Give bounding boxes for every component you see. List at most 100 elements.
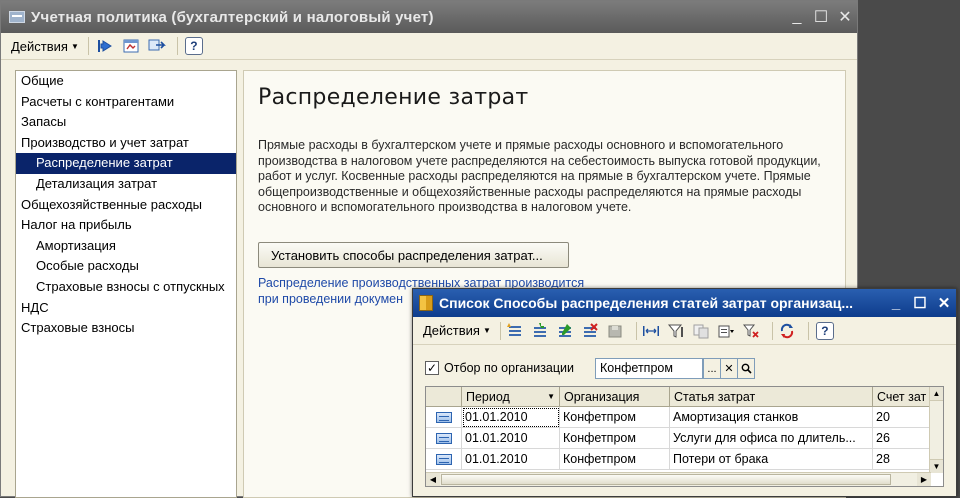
cell-cost-item[interactable]: Услуги для офиса по длитель...	[670, 428, 873, 449]
list-actions-label: Действия	[423, 323, 480, 338]
scroll-thumb[interactable]	[441, 474, 891, 485]
actions-menu-button[interactable]: Действия ▼	[7, 37, 83, 56]
org-filter: ✓ Отбор по организации	[425, 357, 574, 379]
close-button[interactable]: ✕	[833, 7, 857, 27]
cell-account[interactable]: 26	[873, 428, 933, 449]
set-distribution-methods-button[interactable]: Установить способы распределения затрат.…	[258, 242, 569, 268]
caret-down-icon: ▼	[70, 41, 79, 51]
cell-account[interactable]: 20	[873, 407, 933, 428]
cell-organization[interactable]: Конфетпром	[560, 449, 670, 470]
list-actions-menu-button[interactable]: Действия ▼	[419, 321, 495, 340]
nav-item-profit-tax[interactable]: Налог на прибыль	[16, 215, 236, 236]
vertical-scrollbar[interactable]: ▲ ▼	[929, 387, 943, 473]
nav-item-cost-detail[interactable]: Детализация затрат	[16, 174, 236, 195]
nav-item-cost-distribution[interactable]: Распределение затрат	[16, 153, 236, 174]
nav-item-vat[interactable]: НДС	[16, 298, 236, 319]
toolbar-separator	[635, 321, 637, 340]
scroll-left-icon[interactable]: ◀	[426, 473, 440, 486]
table-row[interactable]: 01.01.2010 Конфетпром Потери от брака 28	[426, 449, 933, 470]
nav-item-contractors[interactable]: Расчеты с контрагентами	[16, 92, 236, 113]
org-filter-checkbox[interactable]: ✓	[425, 361, 439, 375]
nav-item-production[interactable]: Производство и учет затрат	[16, 133, 236, 154]
record-icon	[435, 433, 452, 444]
table-row[interactable]: 01.01.2010 Конфетпром Услуги для офиса п…	[426, 428, 933, 449]
table-row[interactable]: 01.01.2010 Конфетпром Амортизация станко…	[426, 407, 933, 428]
save-icon[interactable]	[606, 323, 624, 339]
column-header-icon	[426, 387, 462, 407]
column-header-period-label: Период	[466, 390, 510, 404]
horizontal-scrollbar[interactable]: ◀ ▶	[426, 472, 931, 486]
toolbar-separator	[499, 321, 501, 340]
filter-icon[interactable]	[667, 323, 685, 339]
toolbar-separator	[87, 37, 89, 55]
list-maximize-button[interactable]: ☐	[908, 294, 932, 312]
cell-period[interactable]: 01.01.2010	[462, 407, 560, 428]
caret-down-icon: ▼	[482, 326, 491, 335]
minimize-button[interactable]: _	[785, 8, 809, 26]
list-minimize-button[interactable]: _	[884, 295, 908, 312]
main-toolbar: Действия ▼ ?	[1, 33, 857, 60]
row-icon-cell	[426, 407, 462, 428]
org-filter-label: Отбор по организации	[444, 361, 575, 375]
column-header-organization[interactable]: Организация	[560, 387, 670, 407]
row-icon-cell	[426, 428, 462, 449]
nav-item-stock[interactable]: Запасы	[16, 112, 236, 133]
cell-account[interactable]: 28	[873, 449, 933, 470]
column-header-account[interactable]: Счет зат	[873, 387, 933, 407]
form-icon	[123, 39, 139, 53]
list-help-button[interactable]: ?	[814, 321, 836, 341]
org-search-button[interactable]	[737, 358, 755, 379]
cell-organization[interactable]: Конфетпром	[560, 407, 670, 428]
scroll-up-icon[interactable]: ▲	[930, 387, 943, 401]
cell-period[interactable]: 01.01.2010	[462, 428, 560, 449]
row-icon-cell	[426, 449, 462, 470]
column-header-period[interactable]: Период ▼	[462, 387, 560, 407]
maximize-button[interactable]: ☐	[809, 7, 833, 27]
edit-icon[interactable]	[556, 323, 574, 339]
settings-nav: Общие Расчеты с контрагентами Запасы Про…	[15, 70, 237, 498]
column-width-icon[interactable]	[642, 323, 660, 339]
column-header-cost-item[interactable]: Статья затрат	[670, 387, 873, 407]
nav-item-general[interactable]: Общие	[16, 71, 236, 92]
nav-item-insurance[interactable]: Страховые взносы	[16, 318, 236, 339]
list-close-button[interactable]: ✕	[932, 294, 956, 312]
delete-icon[interactable]	[581, 322, 599, 339]
help-icon: ?	[184, 37, 203, 55]
nav-item-special-expenses[interactable]: Особые расходы	[16, 256, 236, 277]
sort-down-icon: ▼	[547, 392, 555, 401]
transfer-button[interactable]	[146, 36, 168, 56]
nav-item-overhead[interactable]: Общехозяйственные расходы	[16, 195, 236, 216]
nav-item-vacation-insurance[interactable]: Страховые взносы с отпускных	[16, 277, 236, 298]
main-title-bar[interactable]: Учетная политика (бухгалтерский и налого…	[1, 1, 857, 33]
list-window: Список Способы распределения статей затр…	[412, 288, 957, 497]
clear-filter-icon[interactable]	[742, 323, 760, 339]
refresh-icon[interactable]	[778, 323, 796, 339]
cell-period[interactable]: 01.01.2010	[462, 449, 560, 470]
org-select-button[interactable]: ...	[703, 358, 721, 379]
cell-cost-item[interactable]: Потери от брака	[670, 449, 873, 470]
list-toolbar: Действия ▼ ?	[413, 317, 956, 345]
back-button[interactable]	[94, 36, 116, 56]
cell-cost-item[interactable]: Амортизация станков	[670, 407, 873, 428]
paste-dropdown-icon[interactable]	[717, 323, 735, 339]
scroll-right-icon[interactable]: ▶	[917, 473, 931, 486]
add-group-icon[interactable]	[531, 322, 549, 339]
book-icon	[419, 295, 433, 311]
form-settings-button[interactable]	[120, 36, 142, 56]
nav-item-depreciation[interactable]: Амортизация	[16, 236, 236, 257]
help-icon: ?	[815, 321, 834, 340]
org-clear-button[interactable]: ✕	[720, 358, 738, 379]
page-title: Распределение затрат	[258, 85, 529, 110]
scroll-down-icon[interactable]: ▼	[930, 459, 943, 473]
main-window-title: Учетная политика (бухгалтерский и налого…	[31, 8, 434, 26]
list-window-title: Список Способы распределения статей затр…	[439, 295, 854, 311]
help-button[interactable]: ?	[183, 36, 205, 56]
cell-organization[interactable]: Конфетпром	[560, 428, 670, 449]
distribution-table: Период ▼ Организация Статья затрат Счет з…	[425, 386, 944, 487]
copy-icon[interactable]	[692, 323, 710, 339]
arrow-left-icon	[97, 40, 112, 52]
list-title-bar[interactable]: Список Способы распределения статей затр…	[413, 289, 956, 317]
org-filter-input[interactable]: Конфетпром	[595, 358, 703, 379]
window-icon	[9, 11, 25, 23]
add-icon[interactable]	[506, 322, 524, 339]
